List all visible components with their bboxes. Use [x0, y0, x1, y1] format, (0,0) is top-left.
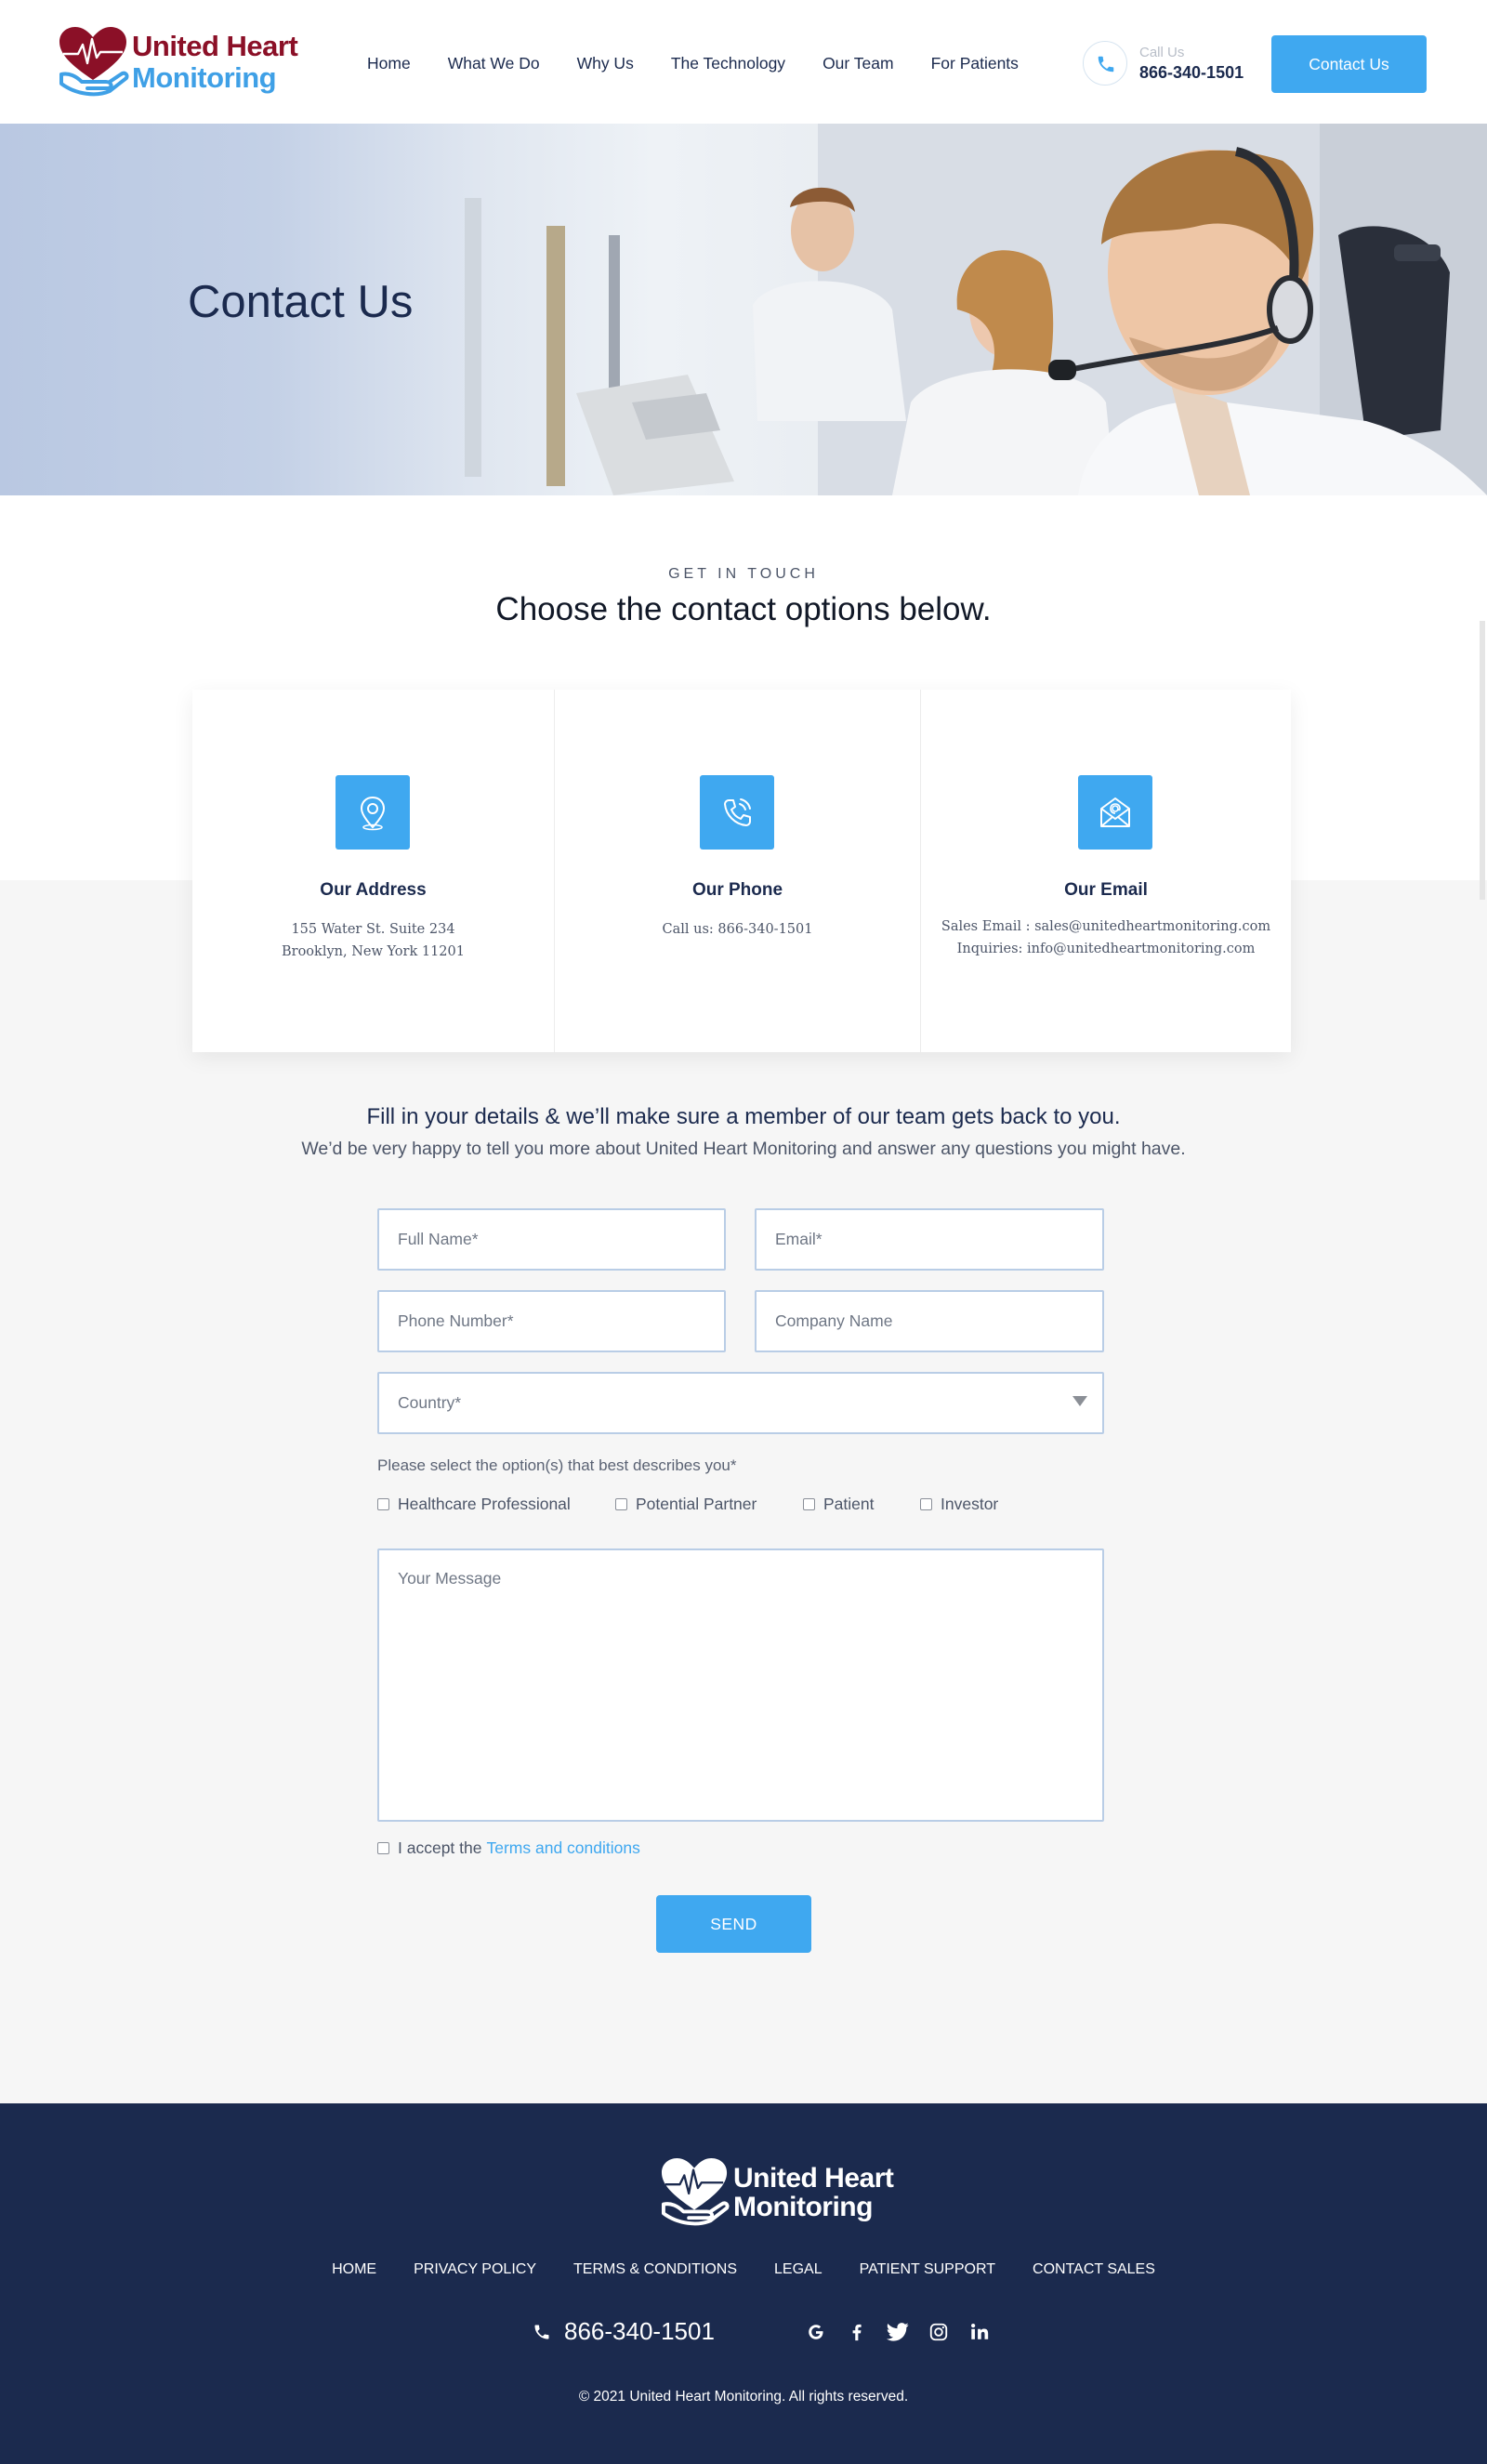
header-call[interactable]: Call Us 866-340-1501 [1083, 41, 1259, 87]
copyright-text: © 2021 United Heart Monitoring. All righ… [578, 2389, 909, 2405]
option-label: Potential Partner [636, 1495, 757, 1513]
heart-hand-logo-icon [59, 27, 129, 97]
twitter-icon[interactable] [887, 2321, 909, 2343]
describe-yourself-label: Please select the option(s) that best de… [377, 1456, 737, 1474]
footer-link-patient-support[interactable]: PATIENT SUPPORT [860, 2261, 995, 2278]
phone-card-title: Our Phone [691, 880, 783, 900]
option-label: Investor [941, 1495, 999, 1513]
phone-icon-circle [1083, 41, 1127, 86]
checkbox-icon[interactable] [377, 1842, 389, 1854]
address-card: Our Address 155 Water St. Suite 234 Broo… [192, 690, 554, 1052]
main-nav: Home What We Do Why Us The Technology Ou… [367, 54, 1056, 73]
checkbox-icon[interactable] [377, 1498, 389, 1510]
social-links [805, 2321, 991, 2343]
send-button[interactable]: SEND [656, 1895, 811, 1953]
phone-icon [1098, 56, 1114, 72]
option-patient[interactable]: Patient [803, 1495, 874, 1514]
contact-cards: Our Address 155 Water St. Suite 234 Broo… [192, 690, 1291, 1052]
nav-item-the-technology[interactable]: The Technology [671, 54, 785, 73]
option-investor[interactable]: Investor [920, 1495, 998, 1514]
phone-icon [534, 2325, 549, 2339]
instagram-icon[interactable] [928, 2321, 950, 2343]
email-input[interactable]: Email* [755, 1208, 1104, 1271]
country-select[interactable]: Country* [377, 1372, 1104, 1434]
full-name-input[interactable]: Full Name* [377, 1208, 726, 1271]
phone-card-line: Call us: 866-340-1501 [662, 922, 813, 937]
footer-logo[interactable]: United Heart Monitoring [660, 2155, 911, 2228]
page-scrollbar[interactable] [1480, 621, 1485, 900]
company-name-input[interactable]: Company Name [755, 1290, 1104, 1352]
form-subheading: We’d be very happy to tell you more abou… [301, 1139, 1186, 1159]
footer-brand-line2: Monitoring [733, 2192, 873, 2222]
footer-nav: HOME PRIVACY POLICY TERMS & CONDITIONS L… [0, 2261, 1487, 2278]
chevron-down-icon [1072, 1396, 1087, 1406]
nav-item-home[interactable]: Home [367, 54, 411, 73]
nav-item-what-we-do[interactable]: What We Do [448, 54, 540, 73]
footer-link-terms[interactable]: TERMS & CONDITIONS [573, 2261, 737, 2278]
email-card: Our Email Sales Email : sales@unitedhear… [921, 690, 1291, 1052]
google-icon[interactable] [805, 2321, 827, 2343]
footer-link-contact-sales[interactable]: CONTACT SALES [1033, 2261, 1155, 2278]
email-envelope-icon [1078, 775, 1152, 850]
brand-logo[interactable]: United Heart Monitoring [58, 26, 309, 97]
option-label: Healthcare Professional [398, 1495, 571, 1513]
address-line-1: 155 Water St. Suite 234 [291, 922, 455, 937]
option-potential-partner[interactable]: Potential Partner [615, 1495, 757, 1514]
get-in-touch-eyebrow: GET IN TOUCH [668, 566, 819, 582]
form-heading: Fill in your details & we’ll make sure a… [366, 1104, 1121, 1129]
country-select-value: Country* [377, 1372, 1104, 1434]
inquiries-email-line[interactable]: Inquiries: info@unitedheartmonitoring.co… [921, 942, 1291, 956]
checkbox-icon[interactable] [803, 1498, 815, 1510]
checkbox-icon[interactable] [615, 1498, 627, 1510]
terms-link[interactable]: Terms and conditions [486, 1838, 639, 1858]
option-label: Patient [823, 1495, 875, 1513]
site-header: United Heart Monitoring Home What We Do … [0, 0, 1487, 124]
footer-link-home[interactable]: HOME [332, 2261, 376, 2278]
footer-brand-line1: United Heart [733, 2163, 894, 2194]
phone-wave-icon [700, 775, 774, 850]
contact-options-title: Choose the contact options below. [495, 591, 992, 627]
footer-phone[interactable]: 866-340-1501 [533, 2317, 715, 2346]
phone-card: Our Phone Call us: 866-340-1501 [555, 690, 920, 1052]
nav-item-our-team[interactable]: Our Team [822, 54, 894, 73]
hero-banner: Contact Us [0, 124, 1487, 495]
checkbox-icon[interactable] [920, 1498, 932, 1510]
call-us-label: Call Us [1139, 45, 1185, 60]
location-pin-icon [336, 775, 410, 850]
heart-hand-logo-icon [661, 2157, 730, 2226]
accept-terms-label: I accept the [398, 1838, 482, 1857]
nav-item-for-patients[interactable]: For Patients [931, 54, 1019, 73]
brand-name-line2: Monitoring [132, 61, 277, 94]
linkedin-icon[interactable] [968, 2321, 991, 2343]
message-textarea[interactable]: Your Message [377, 1548, 1104, 1822]
footer-link-legal[interactable]: LEGAL [774, 2261, 822, 2278]
call-us-number[interactable]: 866-340-1501 [1139, 63, 1244, 83]
footer-phone-number[interactable]: 866-340-1501 [564, 2317, 715, 2346]
accept-terms-checkbox[interactable]: I accept the Terms and conditions [377, 1838, 640, 1858]
page-title: Contact Us [188, 277, 414, 327]
contact-us-button[interactable]: Contact Us [1271, 35, 1427, 93]
email-card-title: Our Email [1064, 880, 1148, 900]
brand-name-line1: United Heart [132, 30, 298, 62]
address-card-title: Our Address [320, 880, 427, 900]
nav-item-why-us[interactable]: Why Us [577, 54, 634, 73]
facebook-icon[interactable] [846, 2321, 868, 2343]
site-footer: United Heart Monitoring HOME PRIVACY POL… [0, 2103, 1487, 2464]
address-line-2: Brooklyn, New York 11201 [281, 944, 465, 959]
option-healthcare-professional[interactable]: Healthcare Professional [377, 1495, 571, 1514]
sales-email-line[interactable]: Sales Email : sales@unitedheartmonitorin… [921, 919, 1291, 934]
footer-link-privacy-policy[interactable]: PRIVACY POLICY [414, 2261, 536, 2278]
phone-number-input[interactable]: Phone Number* [377, 1290, 726, 1352]
